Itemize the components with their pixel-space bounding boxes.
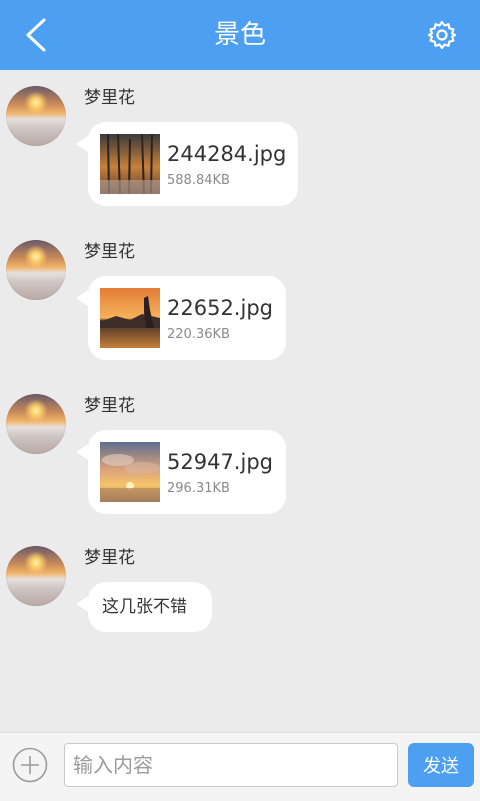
file-size: 588.84KB (167, 173, 230, 188)
file-size: 296.31KB (167, 481, 230, 496)
avatar[interactable] (6, 240, 66, 300)
sender-name: 梦里花 (84, 88, 135, 108)
image-thumbnail (100, 442, 160, 502)
text-message-bubble[interactable]: 这几张不错 (76, 582, 212, 632)
app-header: 景色 (0, 0, 480, 70)
composer-bar: 发送 (0, 732, 480, 801)
file-name: 52947.jpg (167, 450, 273, 474)
image-thumbnail (100, 134, 160, 194)
avatar[interactable] (6, 394, 66, 454)
sender-name: 梦里花 (84, 242, 135, 262)
file-message-bubble[interactable]: 22652.jpg 220.36KB (76, 276, 286, 360)
message-input[interactable] (64, 743, 398, 787)
sender-name: 梦里花 (84, 548, 135, 568)
file-message-bubble[interactable]: 244284.jpg 588.84KB (76, 122, 298, 206)
avatar[interactable] (6, 86, 66, 146)
page-title: 景色 (213, 20, 266, 50)
gear-icon[interactable] (426, 19, 458, 51)
file-name: 244284.jpg (167, 142, 287, 166)
message-text: 这几张不错 (102, 597, 187, 617)
image-thumbnail (100, 288, 160, 348)
file-name: 22652.jpg (167, 296, 273, 320)
plus-circle-icon[interactable] (12, 747, 48, 783)
send-button[interactable]: 发送 (408, 743, 474, 787)
sender-name: 梦里花 (84, 396, 135, 416)
file-size: 220.36KB (167, 327, 230, 342)
file-message-bubble[interactable]: 52947.jpg 296.31KB (76, 430, 286, 514)
avatar[interactable] (6, 546, 66, 606)
